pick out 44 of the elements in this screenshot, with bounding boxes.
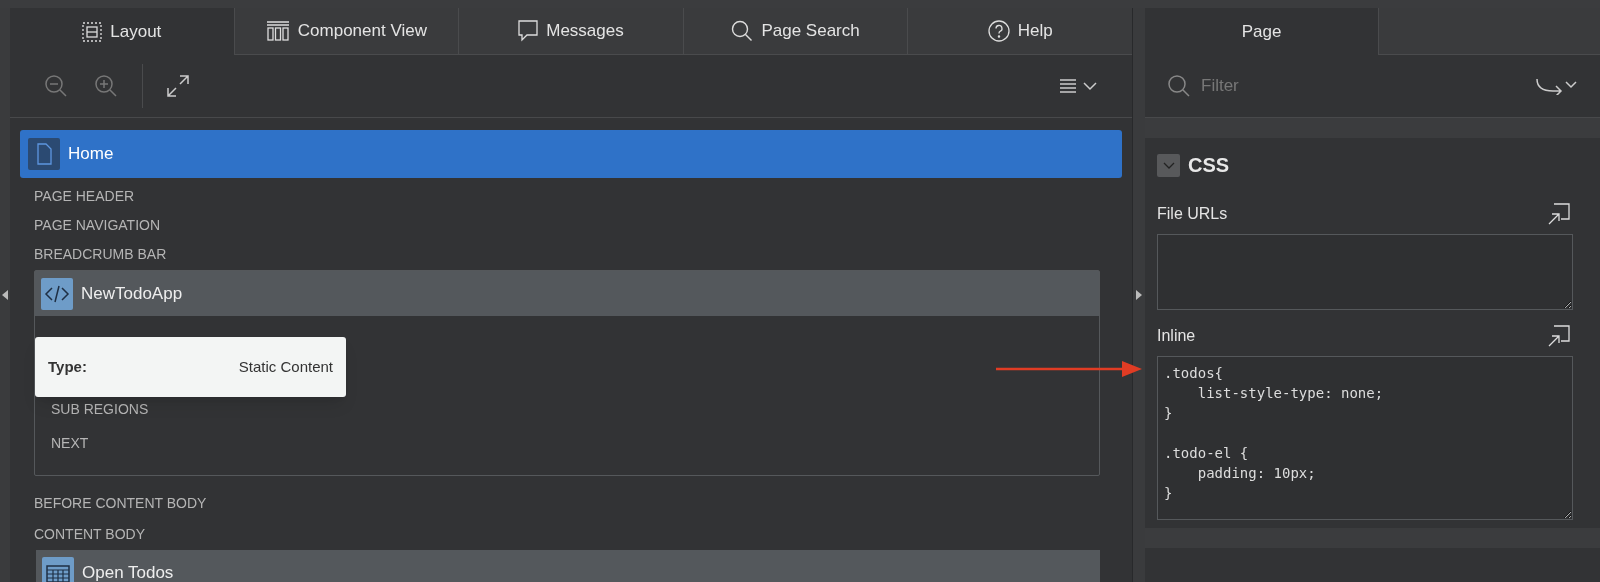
tab[interactable]: Messages: [458, 8, 683, 55]
zoom-in-icon[interactable]: [94, 74, 118, 98]
section-label: PAGE HEADER: [34, 187, 136, 206]
field-label: File URLs: [1157, 204, 1228, 224]
document-icon: [28, 138, 60, 170]
collapse-right-icon[interactable]: [1136, 290, 1142, 300]
section-label: SUB REGIONS: [51, 399, 150, 419]
search-icon: [731, 20, 754, 42]
collapse-left-icon[interactable]: [2, 290, 8, 300]
search-icon: [1167, 74, 1191, 98]
code-icon: [41, 277, 73, 310]
chevron-down-icon: [1162, 161, 1175, 169]
open-dialog-icon[interactable]: [1548, 325, 1570, 347]
help-icon: [987, 20, 1010, 42]
zoom-out-icon[interactable]: [44, 74, 68, 98]
tab[interactable]: Page Search: [682, 8, 908, 55]
code-field[interactable]: .todos{ list-style-type: none; } .todo-el { padding: 10px; }: [1157, 356, 1573, 520]
menu-icon[interactable]: [1060, 78, 1098, 94]
section-label: PAGE NAVIGATION: [34, 216, 162, 235]
tab[interactable]: Layout: [10, 8, 234, 55]
expand-icon[interactable]: [167, 75, 189, 97]
tab[interactable]: Help: [907, 8, 1132, 55]
columns-icon: [265, 21, 290, 41]
tab[interactable]: Page: [1145, 8, 1378, 55]
section-label: NEXT: [51, 433, 90, 453]
page-node[interactable]: Home: [20, 130, 1122, 178]
return-arrow-icon[interactable]: [1536, 77, 1578, 95]
group-title: CSS: [1188, 153, 1230, 178]
region-header[interactable]: Open Todos: [36, 550, 1100, 582]
tooltip-key: Type:: [48, 355, 87, 379]
section-label: CONTENT BODY: [34, 525, 146, 544]
open-dialog-icon[interactable]: [1548, 203, 1570, 225]
region-header[interactable]: NewTodoApp: [35, 271, 1099, 316]
tab[interactable]: Component View: [233, 8, 459, 55]
table-icon: [42, 556, 74, 582]
filter-field[interactable]: Filter: [1201, 73, 1536, 99]
collapse-toggle[interactable]: [1157, 153, 1180, 177]
layout-icon: [82, 21, 103, 42]
speech-bubble-icon: [518, 20, 539, 42]
field-label: Inline: [1157, 326, 1196, 346]
code-field[interactable]: [1157, 234, 1573, 310]
tooltip-value: Static Content: [238, 356, 333, 377]
section-label: BREADCRUMB BAR: [34, 245, 168, 264]
section-label: BEFORE CONTENT BODY: [34, 494, 208, 513]
